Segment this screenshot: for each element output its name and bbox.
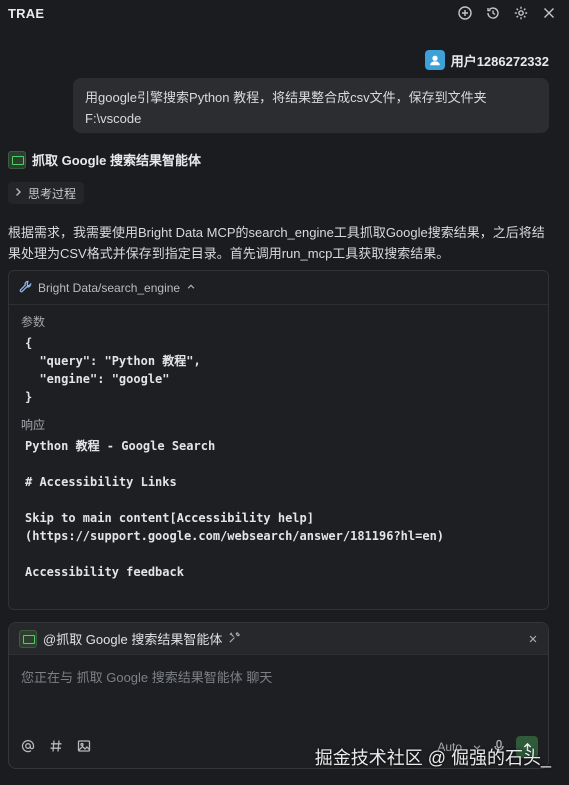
agent-icon: [8, 150, 26, 169]
response-code: Python 教程 - Google Search # Accessibilit…: [25, 439, 445, 579]
tool-name: Bright Data/search_engine: [38, 280, 181, 295]
tool-call-header[interactable]: Bright Data/search_engine: [9, 271, 548, 305]
agent-header: 抓取 Google 搜索结果智能体: [8, 150, 201, 169]
user-header: 用户1286272332: [424, 50, 549, 70]
response-label: 响应: [21, 418, 46, 432]
mention-icon[interactable]: [21, 739, 35, 756]
chat-input[interactable]: [9, 655, 548, 733]
close-icon[interactable]: [541, 5, 557, 21]
agent-mention: @抓取 Google 搜索结果智能体: [43, 632, 223, 647]
history-icon[interactable]: [485, 5, 501, 21]
composer-tools: [21, 739, 91, 756]
title-bar-actions: [457, 5, 561, 21]
app-title: TRAE: [8, 5, 45, 21]
chevron-up-icon: [186, 281, 196, 295]
title-bar: TRAE: [0, 0, 569, 26]
avatar: [424, 50, 445, 70]
new-chat-icon[interactable]: [457, 5, 473, 21]
agent-mention-bar: @抓取 Google 搜索结果智能体: [9, 623, 548, 655]
params-label: 参数: [21, 315, 46, 329]
watermark: 掘金技术社区 @ 倔强的石头_: [314, 748, 551, 768]
tool-call-body: 参数 { "query": "Python 教程", "engine": "go…: [9, 305, 548, 589]
user-name: 用户1286272332: [450, 53, 549, 69]
wrench-icon: [19, 280, 32, 296]
user-message: 用google引擎搜索Python 教程，将结果整合成csv文件，保存到文件夹F…: [73, 78, 549, 133]
agent-icon: [19, 629, 37, 648]
tools-icon: [228, 631, 241, 647]
hash-icon[interactable]: [49, 739, 63, 756]
gear-icon[interactable]: [513, 5, 529, 21]
agent-name: 抓取 Google 搜索结果智能体: [32, 153, 202, 168]
remove-agent-button[interactable]: [528, 631, 538, 647]
chevron-right-icon: [12, 186, 24, 201]
image-icon[interactable]: [77, 739, 91, 756]
thinking-toggle[interactable]: 思考过程: [8, 182, 85, 204]
assistant-message: 根据需求，我需要使用Bright Data MCP的search_engine工…: [8, 225, 545, 261]
tool-call-card: Bright Data/search_engine 参数 { "query": …: [8, 270, 549, 610]
thinking-label: 思考过程: [28, 186, 77, 201]
params-code: { "query": "Python 教程", "engine": "googl…: [25, 336, 201, 404]
